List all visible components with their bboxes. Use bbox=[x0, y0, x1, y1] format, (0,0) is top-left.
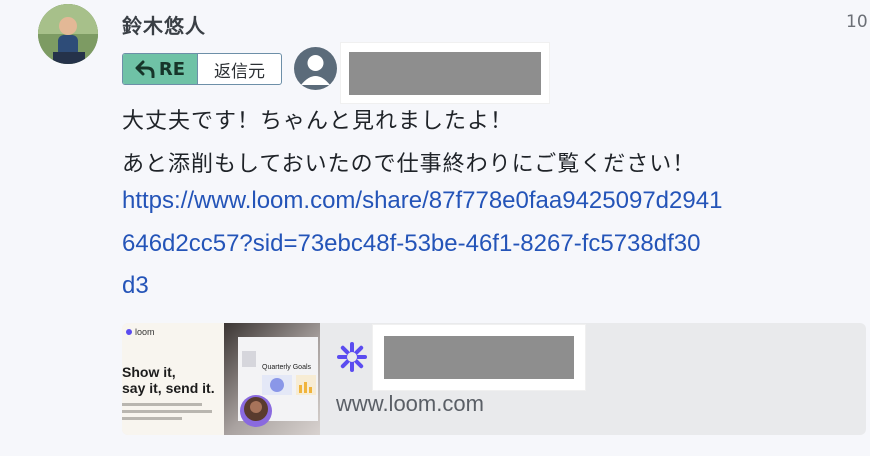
sender-avatar[interactable] bbox=[38, 4, 98, 64]
replied-user-name-redacted bbox=[341, 43, 549, 103]
sender-name[interactable]: 鈴木悠人 bbox=[122, 10, 206, 39]
thumb-headline-2: say it, send it. bbox=[122, 380, 215, 396]
loom-logo-icon bbox=[337, 342, 367, 372]
link-preview-card[interactable]: loom Show it, say it, send it. Quarterly… bbox=[122, 323, 866, 435]
user-placeholder-icon bbox=[301, 55, 330, 85]
preview-domain: www.loom.com bbox=[336, 391, 484, 416]
reply-re-tag: RE bbox=[123, 54, 197, 84]
message-text-line-2: あと添削もしておいたので仕事終わりにご覧ください！ bbox=[122, 152, 696, 177]
reply-arrow-icon bbox=[135, 60, 155, 78]
preview-thumbnail-right: Quarterly Goals bbox=[224, 323, 320, 435]
message-link-line-1[interactable]: https://www.loom.com/share/87f778e0faa94… bbox=[122, 187, 722, 215]
preview-thumbnail-left: loom Show it, say it, send it. bbox=[122, 323, 224, 435]
loom-app-screenshot: Quarterly Goals bbox=[238, 337, 318, 427]
replied-user-avatar[interactable] bbox=[294, 47, 337, 90]
message-link-line-3[interactable]: d3 bbox=[122, 272, 149, 300]
preview-title-redacted bbox=[373, 325, 585, 390]
reply-source-label: 返信元 bbox=[197, 54, 281, 84]
thumb-card-title: Quarterly Goals bbox=[262, 364, 312, 371]
message-text-line-1: 大丈夫です！ちゃんと見れましたよ！ bbox=[122, 109, 514, 134]
loom-promo-image: loom Show it, say it, send it. bbox=[122, 327, 215, 420]
reply-source-badge[interactable]: RE 返信元 bbox=[122, 53, 282, 85]
reply-re-label: RE bbox=[158, 58, 186, 80]
thumb-headline-1: Show it, bbox=[122, 364, 176, 380]
avatar-photo bbox=[38, 4, 98, 64]
message-link-line-2[interactable]: 646d2cc57?sid=73ebc48f-53be-46f1-8267-fc… bbox=[122, 230, 700, 258]
message-timestamp: 10 bbox=[846, 12, 868, 32]
thumb-brand: loom bbox=[135, 327, 155, 337]
